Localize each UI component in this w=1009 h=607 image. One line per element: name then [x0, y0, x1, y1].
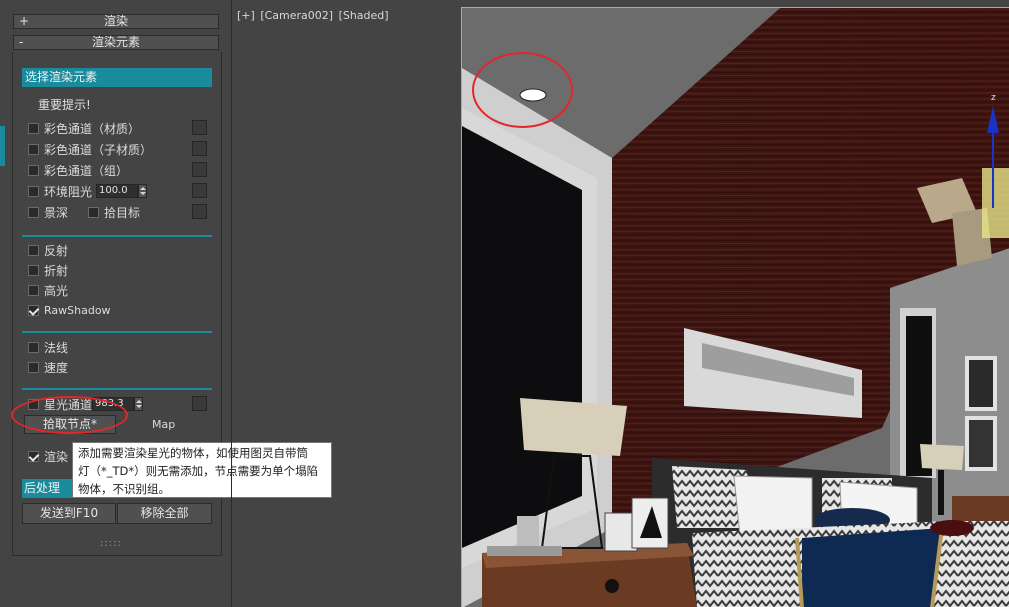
resize-grip-icon[interactable]: :::::	[100, 538, 122, 549]
remove-all-button[interactable]: 移除全部	[117, 503, 212, 524]
render-toggle-checkbox[interactable]	[28, 450, 39, 462]
ao-value[interactable]: 100.0	[96, 184, 139, 198]
notice-text: 重要提示!	[38, 98, 91, 112]
normals-option[interactable]: 法线	[28, 339, 68, 355]
ao-checkbox[interactable]	[28, 185, 39, 197]
refraction-label: 折射	[44, 263, 69, 278]
rollout-elements-header[interactable]: - 渲染元素	[13, 35, 219, 50]
dof-slot[interactable]	[192, 204, 207, 219]
z-axis-label: z	[991, 93, 996, 103]
annotation-circle-ceiling-light	[472, 52, 573, 128]
wall-picture-inner	[969, 360, 993, 407]
normals-label: 法线	[44, 340, 69, 355]
render-toggle-label: 渲染	[44, 449, 69, 464]
tooltip-line: 添加需要渲染星光的物体，如使用图灵自带筒	[78, 446, 308, 460]
channel-material-checkbox[interactable]	[28, 122, 39, 134]
send-to-f10-button[interactable]: 发送到F10	[22, 503, 116, 524]
ao-label: 环境阻光	[44, 184, 93, 199]
channel-material-slot[interactable]	[192, 120, 207, 135]
right-table	[952, 496, 1009, 521]
reflection-option[interactable]: 反射	[28, 242, 68, 258]
pick-target-label: 拾目标	[104, 205, 141, 220]
channel-group-slot[interactable]	[192, 162, 207, 177]
viewport-camera-label[interactable]: [Camera002]	[260, 9, 333, 22]
post-process-bar[interactable]: 后处理	[22, 479, 74, 498]
books	[487, 546, 562, 556]
section-divider	[22, 388, 212, 390]
viewport-separator	[231, 0, 232, 607]
ao-slot[interactable]	[192, 183, 207, 198]
rollout-elements-title: 渲染元素	[91, 35, 140, 49]
viewport-label[interactable]: [+] [Camera002] [Shaded]	[237, 9, 391, 22]
cup	[517, 516, 539, 546]
reflection-checkbox[interactable]	[28, 244, 39, 256]
channel-submaterial-option[interactable]: 彩色通道（子材质）	[28, 141, 152, 157]
dof-label: 景深	[44, 205, 69, 220]
pick-target-checkbox[interactable]	[88, 206, 99, 218]
render-toggle-option[interactable]: 渲染	[28, 448, 68, 464]
channel-submaterial-checkbox[interactable]	[28, 143, 39, 155]
window-glass	[462, 126, 582, 548]
rawshadow-checkbox[interactable]	[28, 304, 39, 316]
spinner-arrows-icon[interactable]	[134, 397, 144, 411]
spinner-arrows-icon[interactable]	[138, 184, 148, 198]
channel-group-option[interactable]: 彩色通道（组）	[28, 162, 128, 178]
viewport-menu-plus[interactable]: [+]	[237, 9, 255, 22]
select-elements-bar[interactable]: 选择渲染元素	[22, 68, 212, 87]
viewport-shading-label[interactable]: [Shaded]	[339, 9, 389, 22]
channel-material-label: 彩色通道（材质）	[44, 121, 141, 136]
velocity-option[interactable]: 速度	[28, 359, 68, 375]
channel-group-label: 彩色通道（组）	[44, 163, 129, 178]
rollout-render-title: 渲染	[103, 14, 128, 28]
ao-option[interactable]: 环境阻光 100.0	[28, 183, 148, 199]
wall-picture-inner	[969, 420, 993, 467]
pick-target-option[interactable]: 拾目标	[88, 204, 140, 220]
ao-spinner[interactable]: 100.0	[96, 184, 148, 198]
panel-edge-tab[interactable]	[0, 126, 5, 166]
starlight-slot[interactable]	[192, 396, 207, 411]
nightstand-handle	[605, 579, 619, 593]
specular-label: 高光	[44, 283, 69, 298]
table-lamp-shade	[520, 398, 627, 456]
section-divider	[22, 331, 212, 333]
reflection-label: 反射	[44, 243, 69, 258]
selection-gizmo	[982, 168, 1009, 238]
channel-group-checkbox[interactable]	[28, 164, 39, 176]
rawshadow-option[interactable]: RawShadow	[28, 302, 111, 318]
pick-node-tooltip: 添加需要渲染星光的物体，如使用图灵自带筒 灯（*_TD*）则无需添加，节点需要为…	[72, 442, 332, 498]
bowl	[930, 520, 974, 536]
annotation-circle-pick-node	[11, 396, 128, 434]
bed-runner	[802, 528, 942, 607]
specular-option[interactable]: 高光	[28, 282, 68, 298]
dof-option[interactable]: 景深	[28, 204, 68, 220]
expand-icon: +	[19, 14, 30, 28]
refraction-checkbox[interactable]	[28, 264, 39, 276]
render-elements-panel: + 渲染 - 渲染元素 选择渲染元素 重要提示! 彩色通道（材质） 彩色通道（子…	[0, 0, 232, 607]
channel-material-option[interactable]: 彩色通道（材质）	[28, 120, 140, 136]
collapse-icon: -	[19, 35, 24, 49]
dof-checkbox[interactable]	[28, 206, 39, 218]
normals-checkbox[interactable]	[28, 341, 39, 353]
section-divider	[22, 235, 212, 237]
tooltip-line: 物体，不识别组。	[78, 482, 170, 496]
pillow	[733, 475, 813, 537]
velocity-checkbox[interactable]	[28, 361, 39, 373]
velocity-label: 速度	[44, 360, 69, 375]
tooltip-line: 灯（*_TD*）则无需添加，节点需要为单个塌陷	[78, 464, 319, 478]
channel-submaterial-slot[interactable]	[192, 141, 207, 156]
channel-submaterial-label: 彩色通道（子材质）	[44, 142, 153, 157]
right-lamp-stem	[938, 470, 944, 515]
rollout-render-header[interactable]: + 渲染	[13, 14, 219, 29]
camera-viewport[interactable]: z	[461, 7, 1009, 607]
map-label: Map	[152, 418, 176, 431]
rawshadow-label: RawShadow	[44, 303, 111, 317]
refraction-option[interactable]: 折射	[28, 262, 68, 278]
specular-checkbox[interactable]	[28, 284, 39, 296]
right-table-lamp	[920, 444, 964, 470]
